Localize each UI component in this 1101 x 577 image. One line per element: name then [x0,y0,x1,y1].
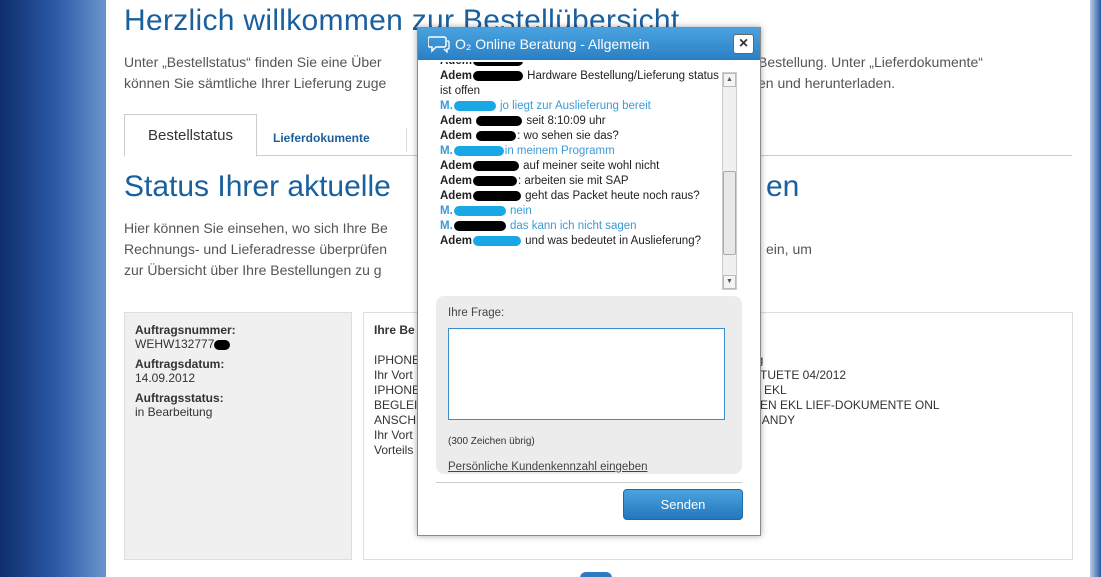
item-row: REIBEN EKL LIEF-DOKUMENTE ONL [732,398,940,412]
chat-message: Adem seit 8:10:09 uhr [440,115,606,127]
close-icon[interactable]: × [733,34,754,54]
item-row: ANSCHI [374,413,418,427]
item-row: IPHONE [374,383,418,397]
chat-scrollbar[interactable]: ▲ ▼ [722,72,737,290]
scrollbar-thumb[interactable] [723,171,736,255]
item-row: Ihr Vort [374,368,413,382]
chars-remaining: (300 Zeichen übrig) [448,436,535,447]
order-items-left-column: IPHONE Ihr Vort IPHONE BEGLEIT ANSCHI Ih… [374,353,418,458]
intro-line-1-left: Unter „Bestellstatus“ finden Sie eine Üb… [124,54,382,70]
order-date-label: Auftragsdatum: [135,357,225,371]
order-items-right-column: ertrag LINGTUETE 04/2012 HEIN EKL REIBEN… [732,353,940,443]
item-row: BEGLEIT [374,398,418,412]
chat-message: Adem: arbeiten sie mit SAP [440,175,629,187]
chat-message: Adem auf meiner seite wohl nicht [440,160,660,172]
chat-dialog: O₂ Online Beratung - Allgemein × Adem Ad… [417,27,761,536]
pager-tab[interactable] [580,572,612,577]
chat-title-bar[interactable]: O₂ Online Beratung - Allgemein × [418,28,760,60]
order-info-panel: Auftragsnummer: WEHW132777 Auftragsdatum… [124,312,352,560]
divider [436,482,742,483]
item-row: ertrag [732,353,940,368]
chat-message: M. in meinem Programm [440,145,615,157]
desc-line-2: Rechnungs- und Lieferadresse überprüfen [124,241,388,257]
chat-title: O₂ Online Beratung - Allgemein [455,36,650,52]
item-row: Vorteils [374,443,414,457]
item-row: Ihr Vort [374,428,413,442]
background-edge [1089,0,1101,577]
desc-line-1: Hier können Sie einsehen, wo sich Ihre B… [124,220,388,236]
tab-bestellstatus[interactable]: Bestellstatus [124,114,257,157]
question-panel: Ihre Frage: (300 Zeichen übrig) Persönli… [436,296,742,474]
item-row: LINGTUETE 04/2012 [732,368,847,382]
speech-bubble-icon [427,35,450,58]
chat-message: Adem [440,62,720,69]
item-row: IPHONE [374,353,418,367]
intro-line-2-left: können Sie sämtliche Ihrer Lieferung zug… [124,75,387,91]
intro-line-1-right: Bestellung. Unter „Lieferdokumente“ [758,54,983,70]
order-status-label: Auftragsstatus: [135,391,224,405]
item-row: EN [732,428,940,443]
tab-divider [406,128,407,152]
chat-message: M. jo liegt zur Auslieferung bereit [440,100,651,112]
section-title-right: en [766,170,800,203]
desc-line-2-right: ein, um [766,241,812,257]
chat-message: Adem und was bedeutet in Auslieferung? [440,235,701,247]
section-title-left: Status Ihrer aktuelle [124,170,391,203]
order-status-value: in Bearbeitung [135,405,213,419]
order-number-label: Auftragsnummer: [135,323,236,337]
chat-message: M. das kann ich nicht sagen [440,220,637,232]
order-number-value: WEHW132777 [135,337,341,351]
order-date-value: 14.09.2012 [135,371,196,385]
question-label: Ihre Frage: [448,307,505,319]
desc-line-3: zur Übersicht über Ihre Bestellungen zu … [124,262,382,278]
question-input[interactable] [448,328,725,420]
chat-message: Adem Hardware Bestellung/Lieferung statu… [440,70,719,97]
intro-line-2-right: en und herunterladen. [758,75,895,91]
scroll-down-icon[interactable]: ▼ [723,275,736,289]
chat-message: M. nein [440,205,532,217]
tab-lieferdokumente[interactable]: Lieferdokumente [273,114,370,156]
scroll-up-icon[interactable]: ▲ [723,73,736,87]
chat-messages: Adem Adem Hardware Bestellung/Lieferung … [440,62,720,292]
chat-message: Adem geht das Packet heute noch raus? [440,190,700,202]
redaction-mark [214,339,231,350]
send-button[interactable]: Senden [623,489,743,520]
item-row: MY HANDY [732,413,796,427]
order-items-heading: Ihre Be [374,323,415,337]
customer-id-link[interactable]: Persönliche Kundenkennzahl eingeben [448,461,648,473]
item-row: HEIN EKL [732,383,787,397]
chat-message: Adem : wo sehen sie das? [440,130,619,142]
